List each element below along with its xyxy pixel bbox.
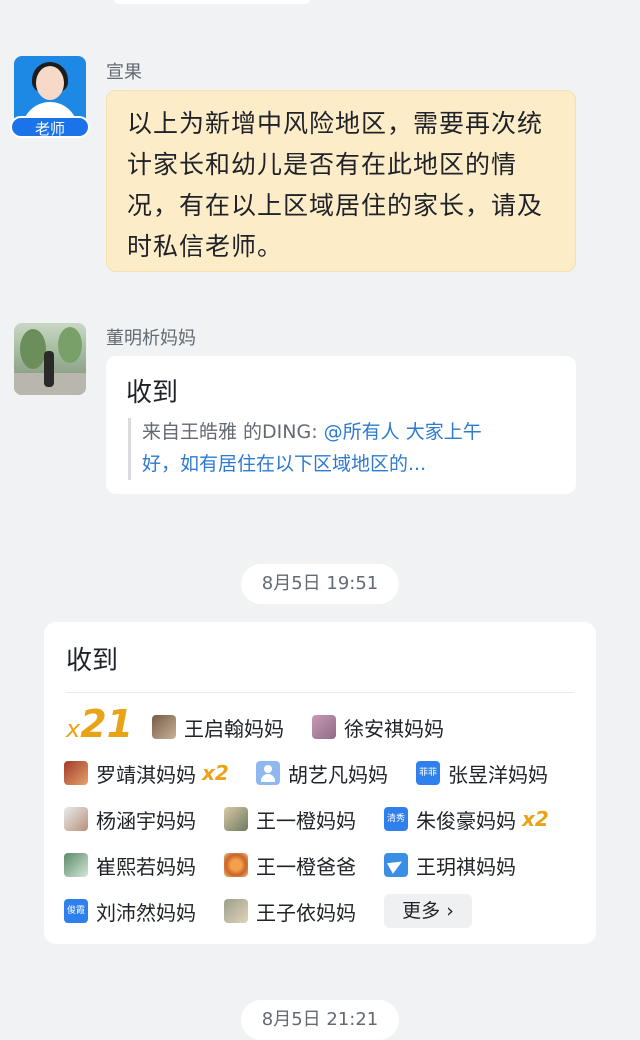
reaction-count: x21 [66, 702, 134, 746]
reactor-item[interactable]: 王一橙妈妈 [224, 804, 356, 834]
avatar [224, 807, 248, 831]
reaction-card: 收到 x21 王启翰妈妈 徐安祺妈妈 罗靖淇妈妈 x2 胡艺凡妈妈 菲菲 张昱洋… [44, 622, 596, 944]
quote-line1: 大家上午 [399, 421, 482, 443]
avatar [312, 715, 336, 739]
timestamp-pill: 8月5日 19:51 [241, 564, 399, 604]
reactor-item[interactable]: 杨涵宇妈妈 [64, 804, 196, 834]
quote-line2: 好，如有居住在以下区域地区的... [142, 453, 427, 475]
teacher-sender-name: 宣果 [106, 62, 142, 83]
reaction-multiplier: x2 [202, 761, 229, 785]
arrow-icon [384, 853, 408, 877]
reactor-item[interactable]: 胡艺凡妈妈 [256, 758, 388, 788]
teacher-message-text: 以上为新增中风险地区，需要再次统计家长和幼儿是否有在此地区的情况，有在以上区域居… [127, 109, 544, 261]
teacher-badge: 老师 [10, 116, 90, 138]
mention-all: @所有人 [323, 421, 400, 443]
avatar: 清秀 [384, 807, 408, 831]
avatar [224, 899, 248, 923]
parent-avatar[interactable] [14, 323, 86, 395]
reactor-item[interactable]: 王玥祺妈妈 [384, 850, 516, 880]
reactor-item[interactable]: 王启翰妈妈 [152, 712, 284, 742]
more-button[interactable]: 更多 › [384, 894, 472, 928]
avatar: 俊霞 [64, 899, 88, 923]
reactor-item[interactable]: 俊霞 刘沛然妈妈 [64, 896, 196, 926]
reply-message-text: 收到 [126, 378, 179, 408]
reactor-item[interactable]: 王子依妈妈 [224, 896, 356, 926]
reaction-card-title: 收到 [66, 646, 119, 676]
reaction-multiplier: x2 [522, 807, 549, 831]
avatar [64, 807, 88, 831]
avatar: 菲菲 [416, 761, 440, 785]
reactor-item[interactable]: 王一橙爸爸 [224, 850, 356, 880]
quote-bar [128, 418, 131, 480]
reactor-item[interactable]: 徐安祺妈妈 [312, 712, 444, 742]
reactor-item[interactable]: 菲菲 张昱洋妈妈 [416, 758, 548, 788]
reactor-item[interactable]: 罗靖淇妈妈 x2 [64, 758, 229, 788]
quote-prefix: 来自王皓雅 的DING: [142, 421, 324, 443]
chevron-right-icon: › [446, 900, 454, 922]
quoted-ding-message[interactable]: 来自王皓雅 的DING: @所有人 大家上午好，如有居住在以下区域地区的... [142, 416, 542, 480]
avatar [224, 853, 248, 877]
reactor-item[interactable]: 清秀 朱俊豪妈妈 x2 [384, 804, 549, 834]
timestamp-pill-2: 8月5日 21:21 [241, 1000, 399, 1040]
avatar [152, 715, 176, 739]
avatar [64, 761, 88, 785]
teacher-message-bubble[interactable]: 以上为新增中风险地区，需要再次统计家长和幼儿是否有在此地区的情况，有在以上区域居… [106, 90, 576, 272]
reply-message-bubble[interactable]: 收到 来自王皓雅 的DING: @所有人 大家上午好，如有居住在以下区域地区的.… [106, 356, 576, 494]
avatar [64, 853, 88, 877]
divider [66, 692, 574, 693]
previous-message-stub [112, 0, 312, 4]
reactor-item[interactable]: 崔熙若妈妈 [64, 850, 196, 880]
user-icon [256, 761, 280, 785]
reply-sender-name: 董明析妈妈 [106, 328, 196, 349]
